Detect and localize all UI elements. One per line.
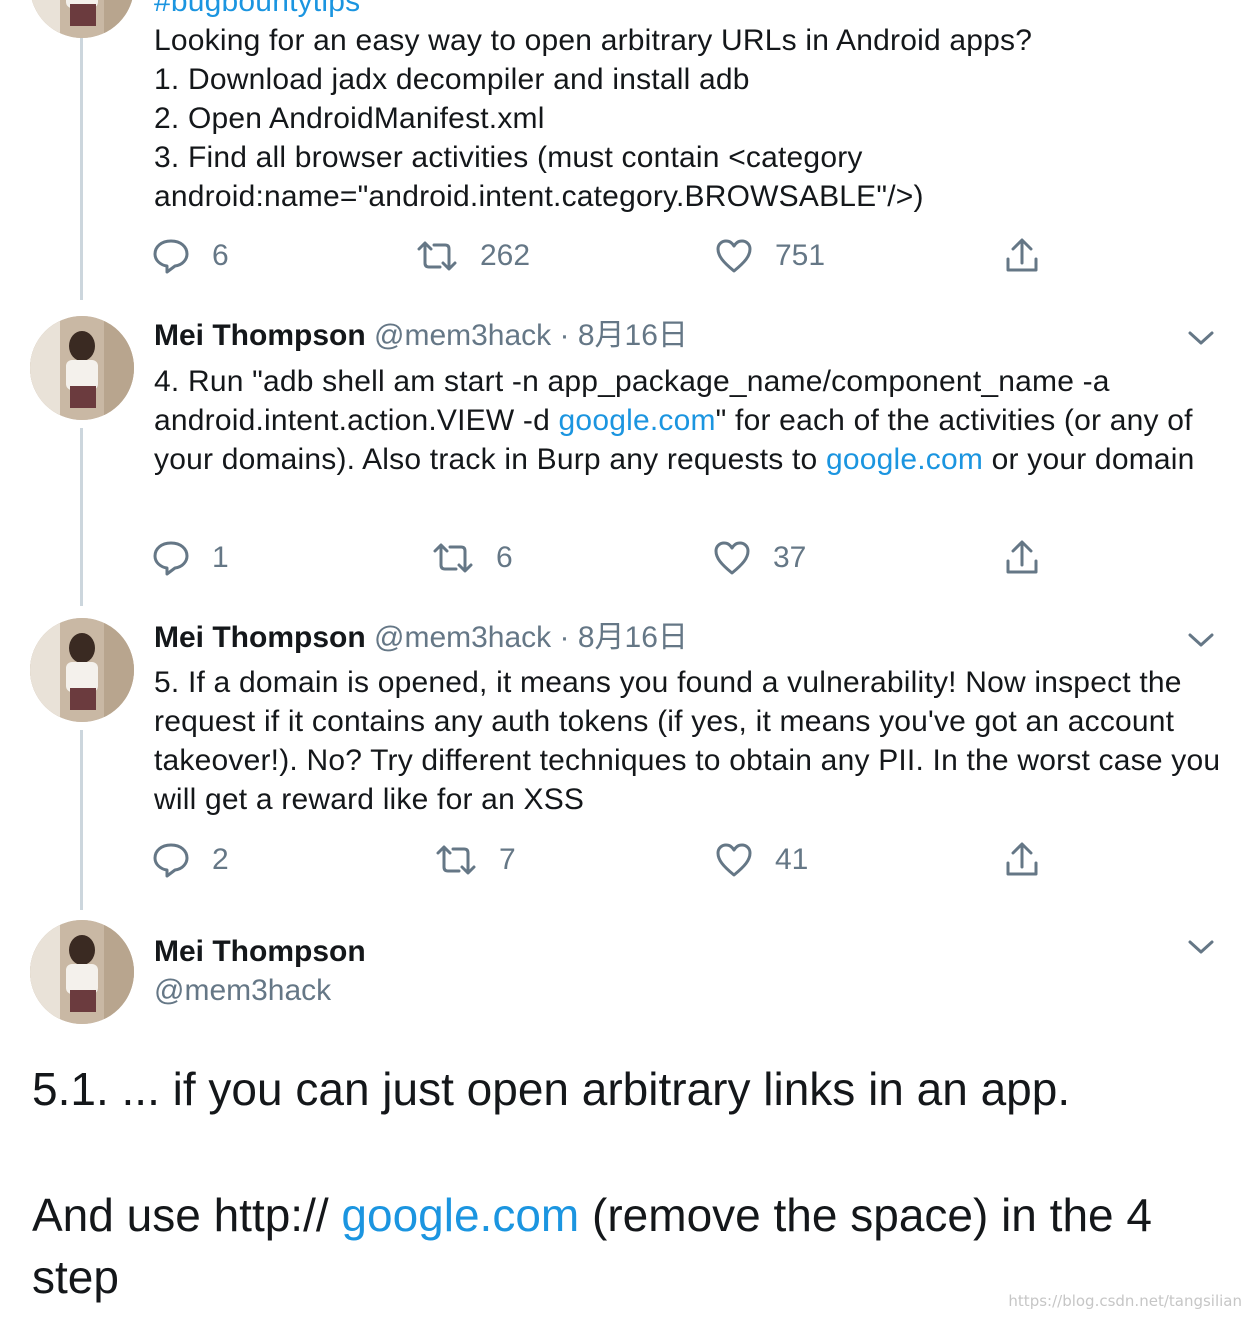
like-count: 37 <box>773 541 807 574</box>
author-name[interactable]: Mei Thompson <box>154 935 366 968</box>
heart-icon <box>714 541 750 575</box>
reply-count: 6 <box>212 239 229 272</box>
tweet-header: Mei Thompson @mem3hack · 8月16日 <box>154 618 688 658</box>
author-handle[interactable]: @mem3hack <box>154 974 331 1007</box>
tweet-body: 4. Run "adb shell am start -n app_packag… <box>154 362 1214 479</box>
reply-button[interactable]: 1 <box>152 538 229 578</box>
retweet-arrows-icon <box>433 543 473 573</box>
retweet-button[interactable]: 7 <box>435 840 516 880</box>
reply-bubble-icon <box>153 843 189 878</box>
share-button[interactable] <box>1004 236 1040 276</box>
tweet-line: 3. Find all browser activities (must con… <box>154 141 924 213</box>
reply-button[interactable]: 2 <box>152 840 229 880</box>
like-count: 751 <box>775 239 826 272</box>
header-separator: · <box>559 319 570 352</box>
share-upload-icon <box>1006 238 1038 272</box>
focused-paragraph: And use http:// google.com (remove the s… <box>32 1184 1212 1308</box>
tweet-line: Looking for an easy way to open arbitrar… <box>154 24 1033 57</box>
heart-icon <box>716 239 752 273</box>
avatar[interactable] <box>30 316 134 420</box>
retweet-count: 6 <box>496 541 513 574</box>
author-handle[interactable]: @mem3hack <box>374 621 551 654</box>
retweet-count: 262 <box>480 239 531 272</box>
like-button[interactable]: 41 <box>715 840 808 880</box>
avatar[interactable] <box>30 920 134 1024</box>
like-button[interactable]: 751 <box>715 236 825 276</box>
tweet-text-part: or your domain <box>983 443 1195 476</box>
share-button[interactable] <box>1004 840 1040 880</box>
share-upload-icon <box>1006 540 1038 574</box>
tweet-date[interactable]: 8月16日 <box>578 319 688 352</box>
tweet-text-part: And use http:// <box>32 1189 342 1241</box>
tweet-text: 5. If a domain is opened, it means you f… <box>154 663 1224 819</box>
retweet-button[interactable]: 6 <box>432 538 513 578</box>
author-name-row: Mei Thompson <box>154 932 366 972</box>
tweet-actions: 6 262 751 <box>152 236 1052 276</box>
tweet-line: 1. Download jadx decompiler and install … <box>154 63 750 96</box>
retweet-arrows-icon <box>436 845 476 875</box>
like-count: 41 <box>775 843 809 876</box>
retweet-arrows-icon <box>417 241 457 271</box>
tweet-date[interactable]: 8月16日 <box>578 621 688 654</box>
share-button[interactable] <box>1004 538 1040 578</box>
author-name[interactable]: Mei Thompson <box>154 319 366 352</box>
chevron-down-icon[interactable] <box>1186 630 1216 650</box>
reply-bubble-icon <box>153 239 189 274</box>
header-separator: · <box>559 621 570 654</box>
tweet-line: 2. Open AndroidManifest.xml <box>154 102 545 135</box>
reply-count: 1 <box>212 541 229 574</box>
tweet-body: 5. If a domain is opened, it means you f… <box>154 666 1221 816</box>
tweet-text: #bugbountytips Looking for an easy way t… <box>154 0 1234 216</box>
tweet-actions: 2 7 41 <box>152 840 1052 880</box>
chevron-down-icon[interactable] <box>1186 328 1216 348</box>
focused-paragraph: 5.1. ... if you can just open arbitrary … <box>32 1063 1071 1115</box>
tweet-header: Mei Thompson @mem3hack · 8月16日 <box>154 316 688 356</box>
reply-button[interactable]: 6 <box>152 236 229 276</box>
watermark: https://blog.csdn.net/tangsilian <box>1008 1292 1242 1310</box>
focused-tweet-text: And use http:// google.com (remove the s… <box>32 1184 1212 1308</box>
focused-tweet-text: 5.1. ... if you can just open arbitrary … <box>32 1058 1232 1120</box>
heart-icon <box>716 843 752 877</box>
like-button[interactable]: 37 <box>713 538 806 578</box>
thread-line <box>80 428 83 606</box>
reply-count: 2 <box>212 843 229 876</box>
author-handle-row: @mem3hack <box>154 971 331 1011</box>
google-link[interactable]: google.com <box>559 404 716 437</box>
reply-bubble-icon <box>153 541 189 576</box>
avatar[interactable] <box>30 0 134 38</box>
share-upload-icon <box>1006 842 1038 876</box>
avatar[interactable] <box>30 618 134 722</box>
retweet-count: 7 <box>499 843 516 876</box>
chevron-down-icon[interactable] <box>1186 937 1216 957</box>
thread-line <box>80 0 83 300</box>
google-link[interactable]: google.com <box>341 1189 579 1241</box>
tweet-text: 4. Run "adb shell am start -n app_packag… <box>154 362 1214 479</box>
author-handle[interactable]: @mem3hack <box>374 319 551 352</box>
google-link[interactable]: google.com <box>826 443 983 476</box>
retweet-button[interactable]: 262 <box>416 236 530 276</box>
author-name[interactable]: Mei Thompson <box>154 621 366 654</box>
thread-line <box>80 730 83 910</box>
tweet-actions: 1 6 37 <box>152 538 1052 578</box>
hashtag-link[interactable]: #bugbountytips <box>154 0 1234 21</box>
